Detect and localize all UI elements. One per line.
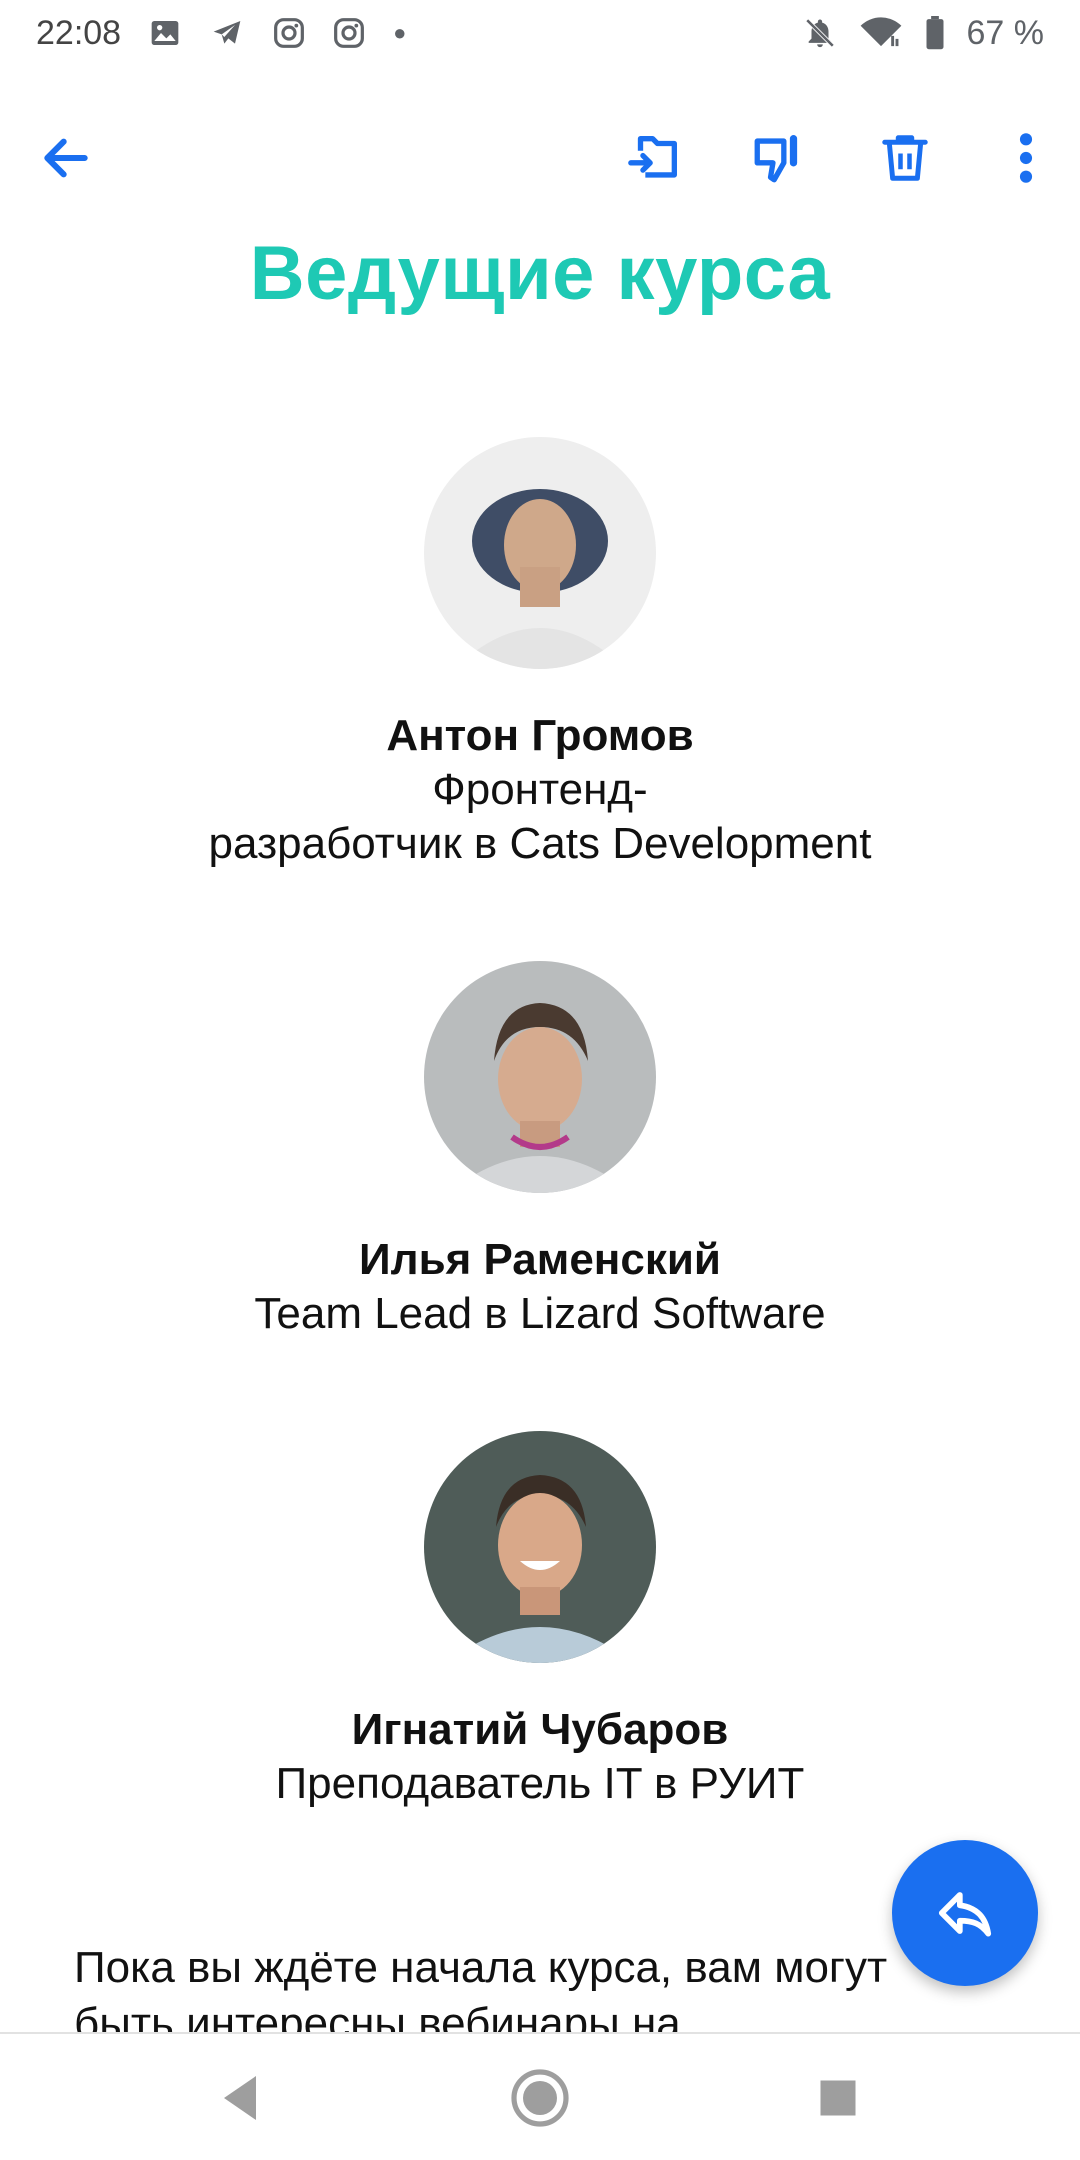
instagram-icon bbox=[273, 17, 305, 49]
instagram-icon bbox=[333, 17, 365, 49]
instructor-avatar bbox=[424, 1431, 656, 1663]
instructor-avatar bbox=[424, 437, 656, 669]
nav-recents-button[interactable] bbox=[778, 2054, 898, 2142]
page-title: Ведущие курса bbox=[249, 231, 831, 316]
instructor-role: Team Lead в Lizard Software bbox=[254, 1289, 826, 1338]
status-time: 22:08 bbox=[36, 13, 122, 52]
app-bar bbox=[0, 100, 1080, 216]
instructor-card: Илья Раменский Team Lead в Lizard Softwa… bbox=[0, 961, 1080, 1341]
nav-back-icon bbox=[224, 2076, 256, 2120]
more-notifications-dot: ● bbox=[393, 20, 407, 45]
system-nav-bar bbox=[0, 2032, 1080, 2160]
intro-paragraph: Пока вы ждёте начала курса, вам могут бы… bbox=[74, 1943, 888, 2032]
more-vert-icon bbox=[1019, 133, 1033, 183]
reply-icon bbox=[938, 1892, 992, 1937]
instructor-role: Преподаватель IT в РУИТ bbox=[275, 1759, 805, 1808]
instructor-card: Антон Громов Фронтенд-разработчик в Cats… bbox=[0, 437, 1080, 871]
move-to-folder-button[interactable] bbox=[607, 100, 703, 216]
wifi-icon bbox=[859, 17, 903, 49]
nav-home-button[interactable] bbox=[480, 2054, 600, 2142]
instructor-name: Игнатий Чубаров bbox=[351, 1705, 729, 1754]
back-button[interactable] bbox=[18, 100, 114, 216]
bell-off-icon bbox=[803, 16, 837, 50]
delete-button[interactable] bbox=[857, 100, 953, 216]
more-options-button[interactable] bbox=[978, 100, 1074, 216]
reply-fab[interactable] bbox=[892, 1840, 1038, 1986]
status-right: 67 % bbox=[781, 13, 1045, 53]
email-body[interactable]: Ведущие курса Антон Громов Фронтенд-разр… bbox=[0, 216, 1080, 2032]
battery-percent: 67 % bbox=[966, 13, 1045, 52]
status-left: 22:08 ● bbox=[36, 14, 434, 53]
instructors-list: Антон Громов Фронтенд-разработчик в Cats… bbox=[0, 437, 1080, 1811]
status-bar: 22:08 ● 67 % bbox=[0, 0, 1080, 66]
telegram-icon bbox=[209, 17, 245, 49]
instructor-card: Игнатий Чубаров Преподаватель IT в РУИТ bbox=[0, 1431, 1080, 1811]
instructor-name: Антон Громов bbox=[386, 711, 694, 760]
instructor-role: Фронтенд-разработчик в Cats Development bbox=[208, 765, 872, 868]
instructor-name: Илья Раменский bbox=[359, 1235, 721, 1284]
nav-recents-icon bbox=[820, 2080, 856, 2116]
image-icon bbox=[149, 17, 181, 49]
thumbs-down-icon bbox=[754, 135, 798, 183]
nav-home-icon bbox=[511, 2069, 569, 2127]
back-arrow-icon bbox=[44, 138, 88, 178]
instructor-avatar bbox=[424, 961, 656, 1193]
battery-icon bbox=[925, 16, 945, 50]
move-to-folder-icon bbox=[628, 136, 677, 178]
nav-back-button[interactable] bbox=[180, 2054, 300, 2142]
trash-icon bbox=[882, 135, 928, 181]
spam-button[interactable] bbox=[731, 100, 827, 216]
